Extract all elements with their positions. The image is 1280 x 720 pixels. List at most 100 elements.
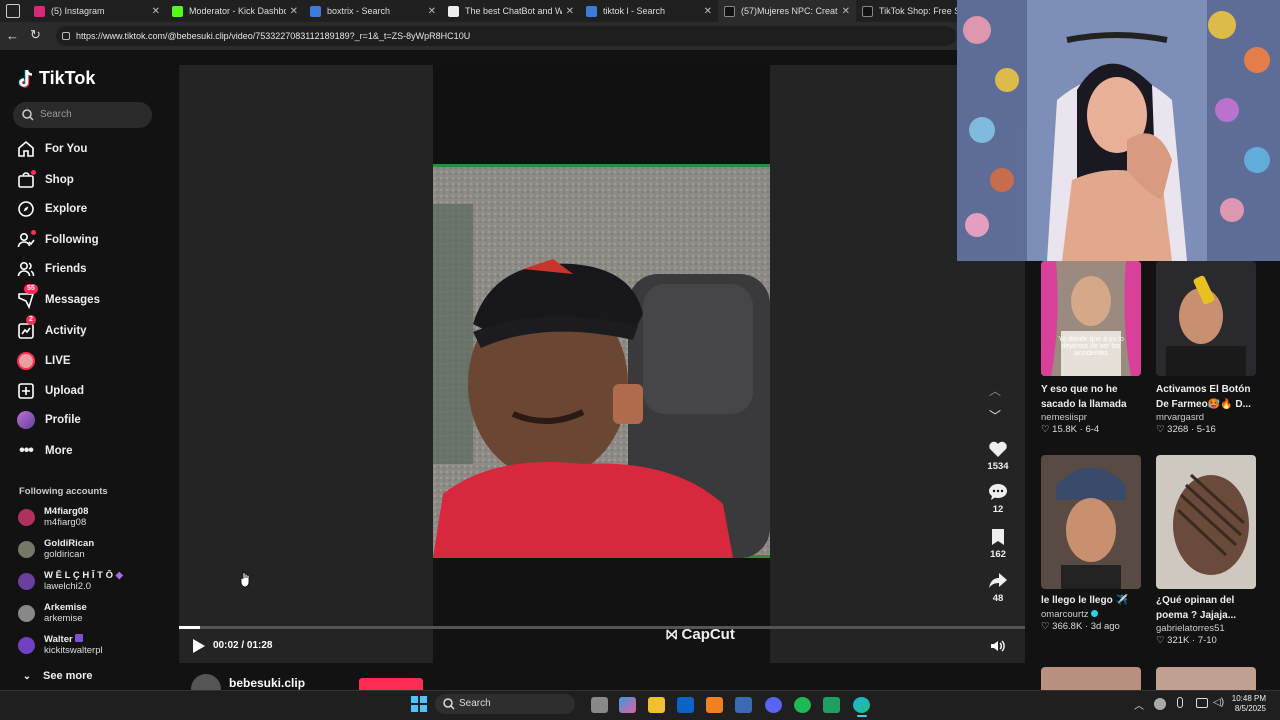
video-meta: ♡ 321K · 7-10 [1156,635,1217,646]
close-tab-icon[interactable]: ✕ [152,6,160,17]
recommended-thumbnail-peek[interactable] [1156,667,1256,690]
tiktok-logo[interactable]: TikTok [18,68,95,89]
url-field[interactable]: https://www.tiktok.com/@bebesuki.clip/vi… [56,26,956,46]
nav-activity[interactable]: 2 Activity [16,315,87,342]
recommended-video[interactable]: Activamos El Botón De Farmeo🥵🔥 D... mrva… [1156,261,1256,435]
nav-following[interactable]: Following [16,229,99,251]
account-item[interactable]: M4fiarg08 m4fiarg08 [18,506,88,528]
save-button[interactable]: 162 [984,528,1012,560]
speaker-icon[interactable]: ◁) [1213,697,1224,708]
close-tab-icon[interactable]: ✕ [566,6,574,17]
progress-track[interactable] [179,626,1025,629]
file-explorer-icon[interactable] [648,697,665,713]
tray-chevron-icon[interactable]: ︿ [1134,697,1144,712]
nav-explore[interactable]: Explore [16,198,87,220]
like-button[interactable]: 1534 [984,440,1012,472]
spotify-icon[interactable] [794,697,811,713]
close-tab-icon[interactable]: ✕ [704,6,712,17]
heart-outline-icon: ♡ [1041,424,1050,435]
tray-app-icon[interactable] [1154,698,1166,710]
video-meta: ♡ 15.8K · 6-4 [1041,424,1100,435]
taskbar-search[interactable]: Search [435,694,575,714]
video-author[interactable]: nemesiispr [1041,412,1141,423]
recommended-video[interactable]: ¿Qué opinan del poema ? Jajaja... gabrie… [1156,455,1256,646]
previous-video-button[interactable]: ︿ [989,382,1001,399]
avatar [18,540,35,558]
messages-icon: 55 [16,284,38,310]
share-button[interactable]: 48 [984,572,1012,604]
video-thumbnail[interactable] [1156,455,1256,589]
badge-icon [75,634,84,642]
recommended-thumbnail-peek[interactable] [1041,667,1141,690]
live-icon [16,351,36,371]
nav-live[interactable]: LIVE [16,350,71,372]
account-item[interactable]: GoldiRican goldirican [18,538,94,560]
discord-icon[interactable] [765,697,782,713]
play-icon[interactable] [193,639,205,653]
activity-icon: 2 [16,315,36,341]
microphone-icon[interactable] [1177,697,1183,708]
nav-for-you[interactable]: For You [16,138,87,160]
network-icon[interactable] [1196,698,1208,708]
purple-emoji-icon: ◆ [115,570,123,581]
video-author[interactable]: omarcourtz [1041,609,1141,620]
next-video-peek: bebesuki.clip [179,668,1025,704]
more-icon: ••• [19,442,34,459]
tab-mujeres-npc[interactable]: (57)Mujeres NPC: Creatividad✕ [718,0,856,22]
search-input[interactable]: Search [13,102,152,128]
edge-icon[interactable] [853,697,870,713]
task-view-icon[interactable] [591,697,608,713]
video-author[interactable]: gabrielatorres51 [1156,623,1256,634]
following-accounts-header: Following accounts [19,486,108,497]
outlook-icon[interactable] [677,697,694,713]
recommended-video[interactable]: Yo donde que a yo lo dejamos de ser los … [1041,261,1141,435]
close-tab-icon[interactable]: ✕ [842,6,850,17]
video-thumbnail[interactable] [1156,261,1256,376]
share-icon [989,573,1007,588]
nav-friends[interactable]: Friends [16,258,87,280]
tab-tiktok-shop[interactable]: TikTok Shop: Free Shipping [856,0,966,22]
windows-start-icon[interactable] [411,696,427,712]
copilot-icon[interactable] [619,697,636,713]
account-item[interactable]: W Ē L Ç H Ī T Ō ◆ lawelchi2.0 [18,570,123,592]
nav-shop[interactable]: Shop [16,169,74,191]
heart-icon [989,441,1007,457]
capcut-watermark: ⨝ CapCut [666,626,735,643]
tab-boxtrix-search[interactable]: boxtrix - Search ✕ [304,0,442,22]
back-icon[interactable]: ← [6,28,19,43]
video-thumbnail[interactable] [1041,455,1141,589]
tab-kick-dashboard[interactable]: Moderator - Kick Dashboard✕ [166,0,304,22]
close-tab-icon[interactable]: ✕ [290,6,298,17]
close-tab-icon[interactable]: ✕ [428,6,436,17]
clock[interactable]: 10:48 PM 8/5/2025 [1228,694,1266,714]
video-thumbnail[interactable]: Yo donde que a yo lo dejamos de ser los … [1041,261,1141,376]
refresh-icon[interactable]: ↻ [30,27,41,43]
tiktok-logo-icon [18,69,33,88]
nav-more[interactable]: ••• More [16,440,72,462]
search-icon [22,109,34,121]
see-more-button[interactable]: ⌄ See more [20,665,93,687]
app-icon[interactable] [823,697,840,713]
store-icon[interactable] [735,697,752,713]
avatar [18,636,35,654]
video-content[interactable] [433,164,770,558]
tab-chatbot-widgets[interactable]: The best ChatBot and Widgets✕ [442,0,580,22]
account-item[interactable]: Arkemise arkemise [18,602,87,624]
notification-dot [31,170,36,175]
nav-messages[interactable]: 55 Messages [16,284,100,311]
next-video-button[interactable]: ﹀ [989,407,1001,424]
recommended-video[interactable]: le llego le llego ✈️ omarcourtz ♡ 366.8K… [1041,455,1141,632]
volume-icon[interactable] [990,639,1006,658]
avatar [18,572,35,590]
account-item[interactable]: Walter kickitswalterpl [18,634,103,656]
tab-actions-icon[interactable] [6,4,20,18]
tab-tiktok-search[interactable]: tiktok l - Search ✕ [580,0,718,22]
video-author[interactable]: mrvargasrd [1156,412,1256,423]
nav-upload[interactable]: Upload [16,380,84,402]
video-meta: ♡ 3268 · 5-16 [1156,424,1216,435]
tab-instagram[interactable]: (5) Instagram ✕ [28,0,166,22]
vlc-icon[interactable] [706,697,723,713]
next-video-author[interactable]: bebesuki.clip [229,676,305,690]
comment-button[interactable]: 12 [984,483,1012,515]
nav-profile[interactable]: Profile [16,409,81,431]
